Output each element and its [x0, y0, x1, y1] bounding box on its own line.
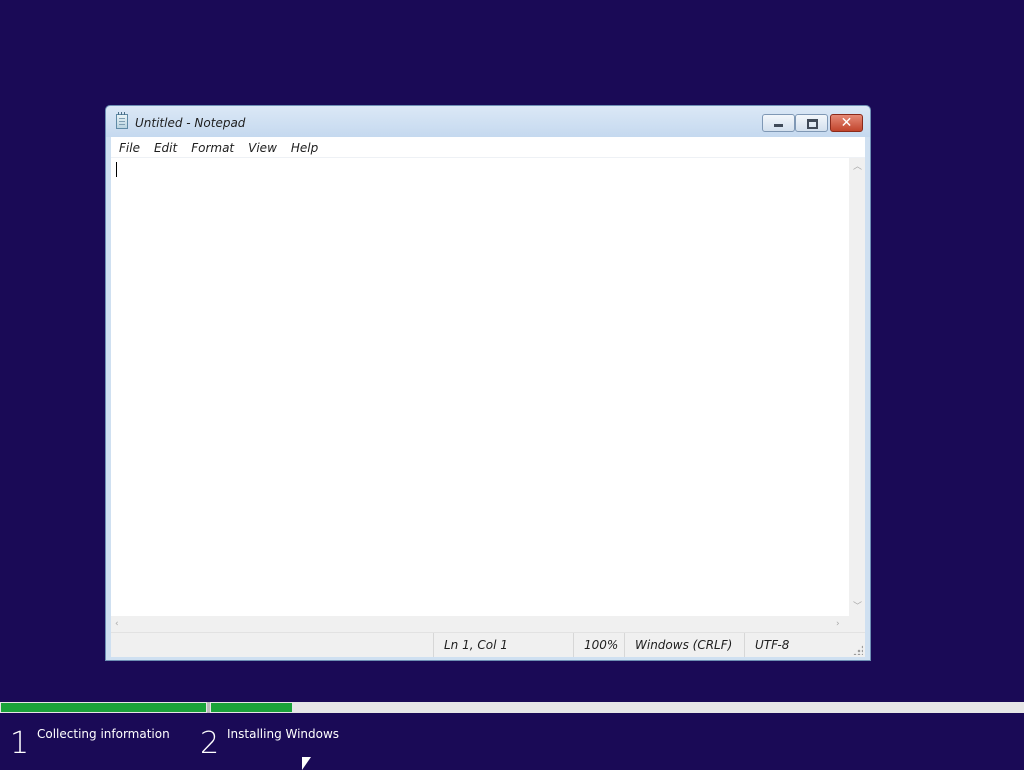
status-line-ending: Windows (CRLF)	[624, 633, 744, 657]
status-cursor-position: Ln 1, Col 1	[433, 633, 573, 657]
chevron-right-icon[interactable]: ›	[836, 619, 840, 629]
desktop-background: Untitled - Notepad ✕ File Edit Format View H…	[0, 0, 1024, 770]
chevron-left-icon[interactable]: ‹	[115, 619, 119, 629]
step1-number: 1	[10, 726, 30, 761]
status-bar: Ln 1, Col 1 100% Windows (CRLF) UTF-8	[111, 632, 865, 657]
maximize-button[interactable]	[795, 114, 828, 132]
progress-divider	[207, 702, 210, 713]
menu-view[interactable]: View	[242, 138, 283, 158]
step2-number: 2	[200, 726, 220, 761]
step1-label: Collecting information	[37, 727, 170, 741]
menu-format[interactable]: Format	[185, 138, 240, 158]
menu-file[interactable]: File	[113, 138, 146, 158]
mouse-pointer-icon	[302, 757, 311, 770]
scroll-corner	[849, 616, 865, 632]
step1-progress-fill	[1, 703, 206, 712]
text-editor[interactable]	[111, 158, 849, 616]
minimize-button[interactable]	[762, 114, 795, 132]
setup-progress-bar	[0, 702, 1024, 713]
text-caret	[116, 162, 117, 177]
notepad-icon[interactable]	[116, 112, 128, 129]
menu-bar: File Edit Format View Help	[111, 137, 865, 158]
horizontal-scrollbar[interactable]: ‹ ›	[111, 616, 849, 632]
status-encoding: UTF-8	[744, 633, 865, 657]
notepad-window[interactable]: Untitled - Notepad ✕ File Edit Format View H…	[105, 105, 871, 661]
status-zoom: 100%	[573, 633, 624, 657]
chevron-down-icon[interactable]: ﹀	[853, 602, 862, 612]
menu-help[interactable]: Help	[285, 138, 324, 158]
window-title: Untitled - Notepad	[135, 116, 246, 130]
vertical-scrollbar[interactable]: ︿ ﹀	[849, 158, 865, 616]
chevron-up-icon[interactable]: ︿	[853, 162, 862, 172]
step2-label: Installing Windows	[227, 727, 340, 741]
close-button[interactable]: ✕	[830, 114, 863, 132]
title-bar[interactable]: Untitled - Notepad ✕	[106, 106, 870, 137]
close-icon: ✕	[840, 115, 853, 131]
step2-progress-fill	[211, 703, 292, 712]
menu-edit[interactable]: Edit	[148, 138, 183, 158]
